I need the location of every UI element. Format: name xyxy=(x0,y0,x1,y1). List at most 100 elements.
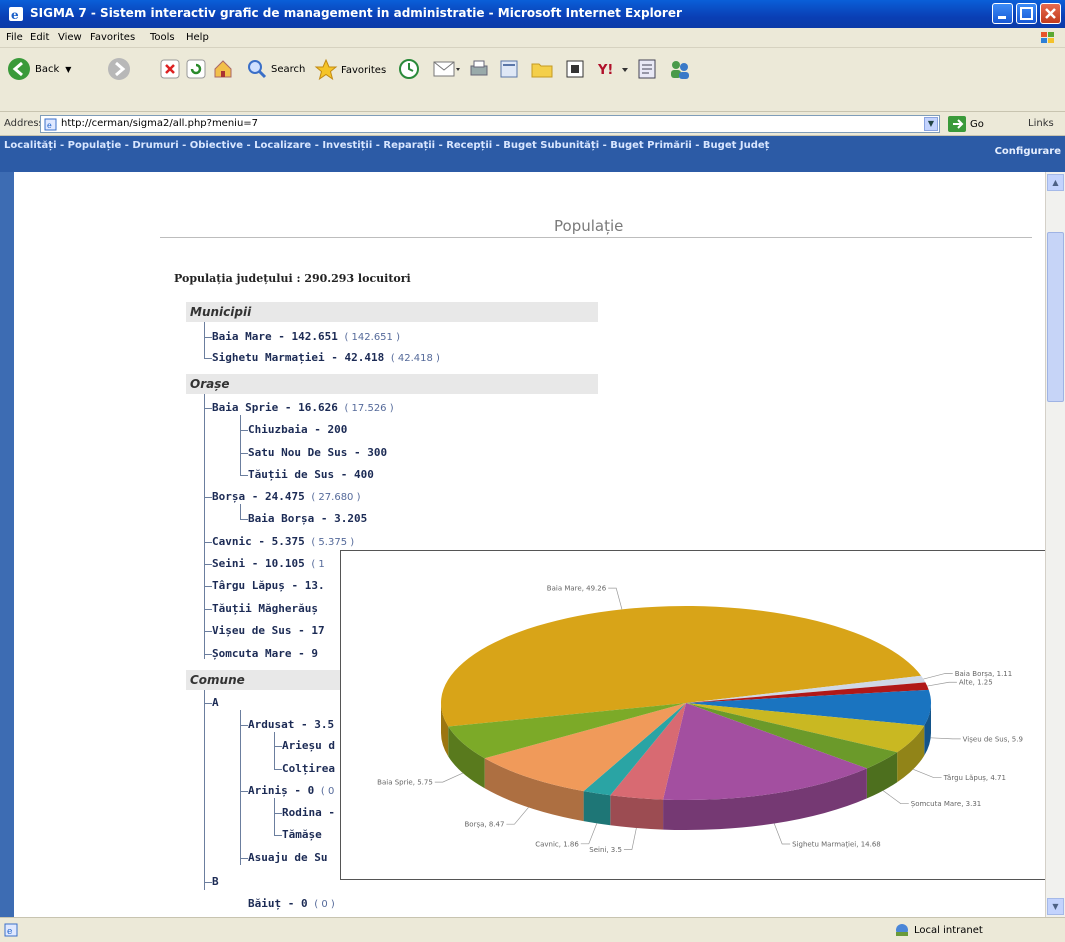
scroll-thumb[interactable] xyxy=(1047,232,1064,402)
address-bar: Address e http://cerman/sigma2/all.php?m… xyxy=(0,112,1065,136)
tree-node-cavnic[interactable]: Cavnic - 5.375 ( 5.375 ) xyxy=(212,535,354,548)
edit-page-icon[interactable] xyxy=(498,58,520,80)
window-titlebar[interactable]: e SIGMA 7 - Sistem interactiv grafic de … xyxy=(0,0,1065,28)
pie-leader-line xyxy=(927,681,957,687)
address-dropdown-icon[interactable]: ▼ xyxy=(924,117,938,131)
users-icon[interactable] xyxy=(668,57,692,81)
tree-node-borsa[interactable]: Borșa - 24.475 ( 27.680 ) xyxy=(212,490,361,503)
tree-node-letter-a[interactable]: A xyxy=(212,696,219,709)
tree-node-tautii-magheraus[interactable]: Tăuții Măgherăuș xyxy=(212,602,318,615)
pie-data-label: Vișeu de Sus, 5.9 xyxy=(963,735,1023,743)
tree-line xyxy=(204,322,205,359)
research-icon[interactable] xyxy=(636,57,658,81)
pie-data-label: Sighetu Marmației, 14.68 xyxy=(792,841,881,850)
back-button[interactable]: Back ▼ xyxy=(6,56,71,82)
window-title: SIGMA 7 - Sistem interactiv grafic de ma… xyxy=(30,6,682,20)
pie-leader-line xyxy=(882,790,909,805)
print-icon[interactable] xyxy=(468,58,490,80)
tree-node-viseu[interactable]: Vișeu de Sus - 17 xyxy=(212,624,325,637)
tree-node-baia-mare[interactable]: Baia Mare - 142.651 ( 142.651 ) xyxy=(212,330,400,343)
population-pie-chart: Baia Mare, 49.26 Baia Borșa, 1.11 Alte, 1.… xyxy=(340,550,1046,880)
nav-config-link[interactable]: Configurare xyxy=(995,146,1061,157)
menu-bar: File Edit View Favorites Tools Help xyxy=(0,28,1065,48)
nav-links[interactable]: Localități - Populație - Drumuri - Obiec… xyxy=(4,139,954,153)
tree-node-tautii-sus[interactable]: Tăuții de Sus - 400 xyxy=(248,468,374,481)
tree-node-ariesu[interactable]: Arieșu d xyxy=(282,739,335,752)
scroll-up-icon[interactable]: ▲ xyxy=(1047,174,1064,191)
menu-file[interactable]: File xyxy=(6,32,23,43)
search-button[interactable]: Search xyxy=(246,58,305,80)
minimize-button[interactable] xyxy=(992,3,1013,24)
tree-node-arinis[interactable]: Ariniș - 0 ( 0 xyxy=(248,784,334,797)
tree-line xyxy=(204,564,212,565)
county-total: Populația județului : 290.293 locuitori xyxy=(174,272,411,285)
links-toolbar[interactable]: Links xyxy=(1028,118,1054,129)
svg-text:e: e xyxy=(47,121,52,130)
address-input[interactable]: e http://cerman/sigma2/all.php?meniu=7 ▼ xyxy=(40,115,940,133)
tree-node-ardusat[interactable]: Ardusat - 3.5 xyxy=(248,718,334,731)
mail-icon[interactable] xyxy=(432,58,462,80)
pie-leader-line xyxy=(506,807,529,825)
svg-text:e: e xyxy=(11,8,19,22)
page-title: Populație xyxy=(554,217,624,235)
close-button[interactable] xyxy=(1040,3,1061,24)
menu-tools[interactable]: Tools xyxy=(150,32,175,43)
folder-icon[interactable] xyxy=(530,58,554,80)
go-button[interactable]: Go xyxy=(948,116,984,132)
tree-node-sighetu[interactable]: Sighetu Marmației - 42.418 ( 42.418 ) xyxy=(212,351,440,364)
tree-node-baia-borsa[interactable]: Baia Borșa - 3.205 xyxy=(248,512,367,525)
menu-view[interactable]: View xyxy=(58,32,82,43)
pie-data-label: Baia Mare, 49.26 xyxy=(547,585,607,593)
vertical-scrollbar[interactable]: ▲ ▼ xyxy=(1045,172,1065,917)
site-navigation: Localități - Populație - Drumuri - Obiec… xyxy=(0,136,1065,172)
tree-node-seini[interactable]: Seini - 10.105 ( 1 xyxy=(212,557,325,570)
forward-button[interactable] xyxy=(106,56,132,82)
page-icon: e xyxy=(44,118,57,131)
tree-node-satu-nou[interactable]: Satu Nou De Sus - 300 xyxy=(248,446,387,459)
svg-text:e: e xyxy=(7,927,12,937)
favorites-button[interactable]: Favorites xyxy=(314,58,386,82)
tree-node-tamasesti[interactable]: Tămășe xyxy=(282,828,322,841)
pie-leader-line xyxy=(913,768,942,778)
search-icon xyxy=(248,60,267,79)
go-arrow-icon xyxy=(948,116,966,132)
pie-side-8 xyxy=(583,791,611,826)
pie-data-label: Seini, 3.5 xyxy=(589,846,622,854)
tree-line xyxy=(240,710,241,865)
messenger-icon[interactable] xyxy=(564,58,586,80)
tree-node-rodina[interactable]: Rodina - xyxy=(282,806,335,819)
tree-node-somcuta[interactable]: Șomcuta Mare - 9 xyxy=(212,647,318,660)
tree-node-targu-lapus[interactable]: Târgu Lăpuș - 13. xyxy=(212,579,325,592)
pie-leader-line xyxy=(608,587,623,610)
security-zone: Local intranet xyxy=(894,923,983,937)
tree-node-baia-sprie[interactable]: Baia Sprie - 16.626 ( 17.526 ) xyxy=(212,401,394,414)
scroll-down-icon[interactable]: ▼ xyxy=(1047,898,1064,915)
tree-node-baiut[interactable]: Băiuț - 0 ( 0 ) xyxy=(248,897,335,910)
tree-node-chiuzbaia[interactable]: Chiuzbaia - 200 xyxy=(248,423,347,436)
tree-node-letter-b[interactable]: B xyxy=(212,875,219,888)
menu-edit[interactable]: Edit xyxy=(30,32,49,43)
pie-data-label: Târgu Lăpuș, 4.71 xyxy=(943,774,1006,782)
pie-leader-line xyxy=(930,737,961,740)
tree-line xyxy=(204,703,212,704)
maximize-button[interactable] xyxy=(1016,3,1037,24)
page-status-icon: e xyxy=(4,923,18,937)
tree-node-asuaju[interactable]: Asuaju de Su xyxy=(248,851,327,864)
tree-node-coltirea[interactable]: Colțirea xyxy=(282,762,335,775)
pie-chart-svg: Baia Mare, 49.26 Baia Borșa, 1.11Alte, 1.… xyxy=(377,585,1023,854)
pie-leader-line xyxy=(580,823,598,845)
home-icon[interactable] xyxy=(212,58,234,80)
minimize-icon xyxy=(998,16,1006,19)
yahoo-icon[interactable]: Y! xyxy=(596,58,630,80)
back-dropdown-icon[interactable]: ▼ xyxy=(65,65,71,74)
pie-data-label: Baia Borșa, 1.11 xyxy=(955,670,1013,678)
tree-line xyxy=(274,835,282,836)
menu-favorites[interactable]: Favorites xyxy=(90,32,135,43)
history-icon[interactable] xyxy=(398,58,420,80)
tree-line xyxy=(204,690,205,890)
stop-icon[interactable] xyxy=(160,59,180,79)
tree-line xyxy=(204,586,212,587)
menu-help[interactable]: Help xyxy=(186,32,209,43)
refresh-icon[interactable] xyxy=(186,59,206,79)
pie-leader-line xyxy=(923,673,953,680)
